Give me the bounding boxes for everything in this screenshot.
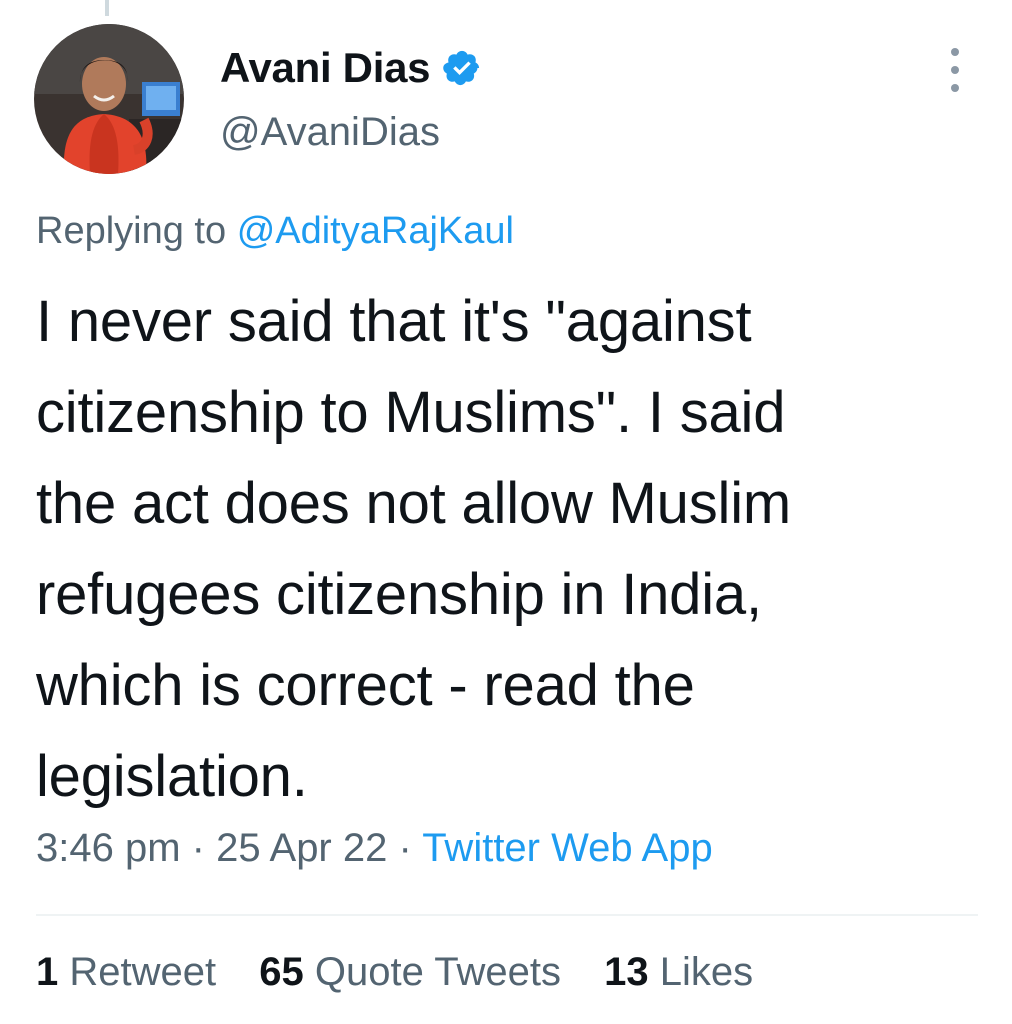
tweet-line: which is correct - read the bbox=[36, 653, 695, 718]
author-name-row: Avani Dias bbox=[220, 40, 482, 96]
avatar[interactable] bbox=[34, 24, 184, 174]
more-dot bbox=[951, 66, 959, 74]
verified-badge-icon bbox=[442, 48, 482, 88]
retweets-stat[interactable]: 1 Retweet bbox=[36, 950, 227, 994]
tweet-line: I never said that it's "against bbox=[36, 289, 752, 354]
tweet-line: refugees citizenship in India, bbox=[36, 562, 762, 627]
reply-mention-link[interactable]: @AdityaRajKaul bbox=[237, 210, 514, 252]
profile-photo bbox=[34, 24, 184, 174]
meta-separator: · bbox=[398, 826, 412, 870]
author-handle[interactable]: @AvaniDias bbox=[220, 110, 440, 155]
tweet-meta: 3:46 pm · 25 Apr 22 · Twitter Web App bbox=[36, 826, 713, 871]
engagement-stats: 1 Retweet 65 Quote Tweets 13 Likes bbox=[36, 950, 785, 995]
replying-to-line: Replying to @AdityaRajKaul bbox=[36, 210, 514, 253]
likes-label: Likes bbox=[659, 950, 754, 994]
more-options-icon[interactable] bbox=[940, 48, 970, 92]
tweet-date[interactable]: 25 Apr 22 bbox=[216, 826, 387, 870]
quote-tweets-count: 65 bbox=[259, 950, 304, 994]
divider bbox=[36, 914, 978, 916]
tweet-source-link[interactable]: Twitter Web App bbox=[422, 826, 713, 870]
tweet-line: the act does not allow Muslim bbox=[36, 471, 791, 536]
tweet-text: I never said that it's "against citizens… bbox=[36, 276, 996, 822]
tweet-line: legislation. bbox=[36, 744, 308, 809]
replying-prefix: Replying to bbox=[36, 210, 227, 252]
quote-tweets-stat[interactable]: 65 Quote Tweets bbox=[259, 950, 572, 994]
retweets-label: Retweet bbox=[69, 950, 217, 994]
quote-tweets-label: Quote Tweets bbox=[314, 950, 561, 994]
likes-stat[interactable]: 13 Likes bbox=[604, 950, 753, 994]
author-display-name[interactable]: Avani Dias bbox=[220, 44, 431, 92]
likes-count: 13 bbox=[604, 950, 649, 994]
thread-connector-line bbox=[105, 0, 109, 16]
meta-separator: · bbox=[191, 826, 205, 870]
tweet-time[interactable]: 3:46 pm bbox=[36, 826, 181, 870]
retweets-count: 1 bbox=[36, 950, 59, 994]
more-dot bbox=[951, 84, 959, 92]
more-dot bbox=[951, 48, 959, 56]
tweet-line: citizenship to Muslims". I said bbox=[36, 380, 786, 445]
